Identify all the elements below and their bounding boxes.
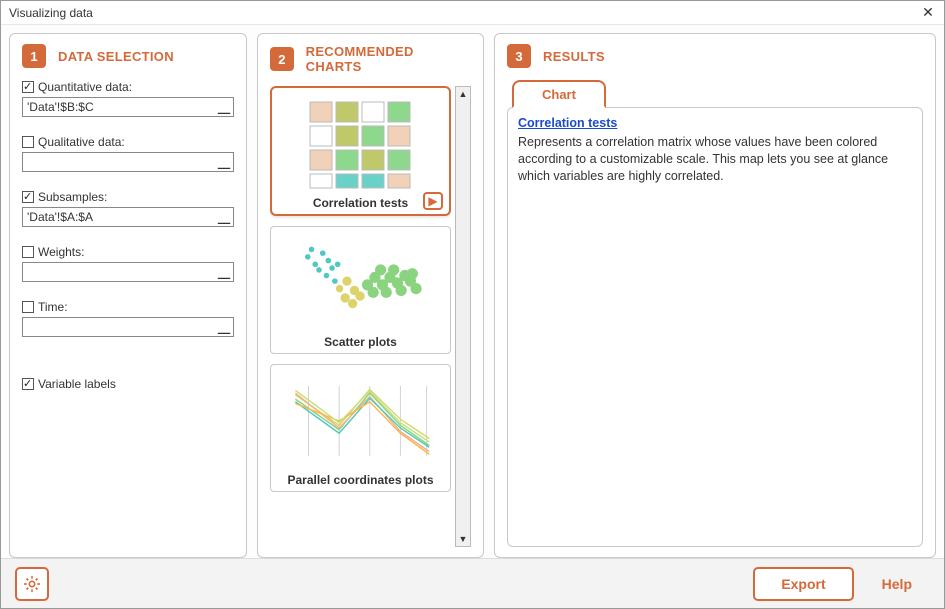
panel-title-selection: DATA SELECTION xyxy=(58,49,174,64)
quantitative-value: 'Data'!$B:$C xyxy=(23,100,215,114)
weights-input[interactable]: ▁▁ xyxy=(22,262,234,282)
help-button[interactable]: Help xyxy=(864,569,930,599)
charts-scrollbar[interactable]: ▲ ▼ xyxy=(455,86,471,547)
subsamples-value: 'Data'!$A:$A xyxy=(23,210,215,224)
correlation-thumb xyxy=(291,94,431,194)
panel-header: 2 RECOMMENDED CHARTS xyxy=(270,44,471,74)
panel-header: 1 DATA SELECTION xyxy=(22,44,234,68)
step-badge-1: 1 xyxy=(22,44,46,68)
correlation-tests-link[interactable]: Correlation tests xyxy=(518,116,617,130)
chart-card-parallel[interactable]: Parallel coordinates plots xyxy=(270,364,451,492)
content-area: 1 DATA SELECTION Quantitative data: 'Dat… xyxy=(1,25,944,558)
time-range-picker-icon[interactable]: ▁▁ xyxy=(215,318,233,336)
qualitative-label: Qualitative data: xyxy=(38,135,125,149)
close-icon[interactable]: ✕ xyxy=(918,3,938,23)
weights-label-row: Weights: xyxy=(22,245,234,259)
visualizing-data-window: Visualizing data ✕ 1 DATA SELECTION Quan… xyxy=(0,0,945,609)
weights-range-picker-icon[interactable]: ▁▁ xyxy=(215,263,233,281)
varlabels-row: Variable labels xyxy=(22,377,234,391)
varlabels-label: Variable labels xyxy=(38,377,116,391)
tab-chart[interactable]: Chart xyxy=(512,80,606,108)
time-input[interactable]: ▁▁ xyxy=(22,317,234,337)
quantitative-checkbox[interactable] xyxy=(22,81,34,93)
qualitative-range-picker-icon[interactable]: ▁▁ xyxy=(215,153,233,171)
quantitative-input[interactable]: 'Data'!$B:$C ▁▁ xyxy=(22,97,234,117)
scatter-thumb xyxy=(291,233,431,333)
recommended-charts-panel: 2 RECOMMENDED CHARTS xyxy=(257,33,484,558)
quantitative-label: Quantitative data: xyxy=(38,80,132,94)
subsamples-range-picker-icon[interactable]: ▁▁ xyxy=(215,208,233,226)
subsamples-label-row: Subsamples: xyxy=(22,190,234,204)
time-label: Time: xyxy=(38,300,68,314)
step-badge-2: 2 xyxy=(270,47,294,71)
results-tabbar: Chart xyxy=(507,80,923,108)
time-checkbox[interactable] xyxy=(22,301,34,313)
window-title: Visualizing data xyxy=(7,6,918,20)
scroll-down-icon[interactable]: ▼ xyxy=(456,532,470,546)
subsamples-input[interactable]: 'Data'!$A:$A ▁▁ xyxy=(22,207,234,227)
subsamples-field: Subsamples: 'Data'!$A:$A ▁▁ xyxy=(22,190,234,227)
scatter-caption: Scatter plots xyxy=(324,333,397,349)
results-content: Correlation tests Represents a correlati… xyxy=(507,107,923,547)
chart-card-correlation[interactable]: Correlation tests ▶ xyxy=(270,86,451,216)
panel-header: 3 RESULTS xyxy=(507,44,923,68)
chart-list: Correlation tests ▶ xyxy=(270,86,471,547)
weights-field: Weights: ▁▁ xyxy=(22,245,234,282)
chart-scroll-area: Correlation tests ▶ xyxy=(270,86,451,547)
settings-button[interactable] xyxy=(15,567,49,601)
titlebar: Visualizing data ✕ xyxy=(1,1,944,25)
qualitative-checkbox[interactable] xyxy=(22,136,34,148)
data-selection-panel: 1 DATA SELECTION Quantitative data: 'Dat… xyxy=(9,33,247,558)
weights-checkbox[interactable] xyxy=(22,246,34,258)
chart-card-scatter[interactable]: Scatter plots xyxy=(270,226,451,354)
parallel-caption: Parallel coordinates plots xyxy=(287,471,433,487)
quantitative-field: Quantitative data: 'Data'!$B:$C ▁▁ xyxy=(22,80,234,117)
qualitative-input[interactable]: ▁▁ xyxy=(22,152,234,172)
apply-correlation-icon[interactable]: ▶ xyxy=(423,192,443,210)
results-panel: 3 RESULTS Chart Correlation tests Repres… xyxy=(494,33,936,558)
quantitative-range-picker-icon[interactable]: ▁▁ xyxy=(215,98,233,116)
scroll-track[interactable] xyxy=(456,101,470,532)
panel-title-results: RESULTS xyxy=(543,49,605,64)
correlation-caption: Correlation tests xyxy=(313,194,408,210)
export-button[interactable]: Export xyxy=(753,567,853,601)
time-field: Time: ▁▁ xyxy=(22,300,234,337)
qualitative-field: Qualitative data: ▁▁ xyxy=(22,135,234,172)
panel-title-charts: RECOMMENDED CHARTS xyxy=(306,44,471,74)
step-badge-3: 3 xyxy=(507,44,531,68)
qualitative-label-row: Qualitative data: xyxy=(22,135,234,149)
gear-icon xyxy=(22,574,42,594)
weights-label: Weights: xyxy=(38,245,84,259)
results-description: Represents a correlation matrix whose va… xyxy=(518,134,912,185)
subsamples-checkbox[interactable] xyxy=(22,191,34,203)
footer: Export Help xyxy=(1,558,944,608)
parallel-thumb xyxy=(291,371,431,471)
varlabels-checkbox[interactable] xyxy=(22,378,34,390)
subsamples-label: Subsamples: xyxy=(38,190,107,204)
scroll-up-icon[interactable]: ▲ xyxy=(456,87,470,101)
quantitative-label-row: Quantitative data: xyxy=(22,80,234,94)
time-label-row: Time: xyxy=(22,300,234,314)
